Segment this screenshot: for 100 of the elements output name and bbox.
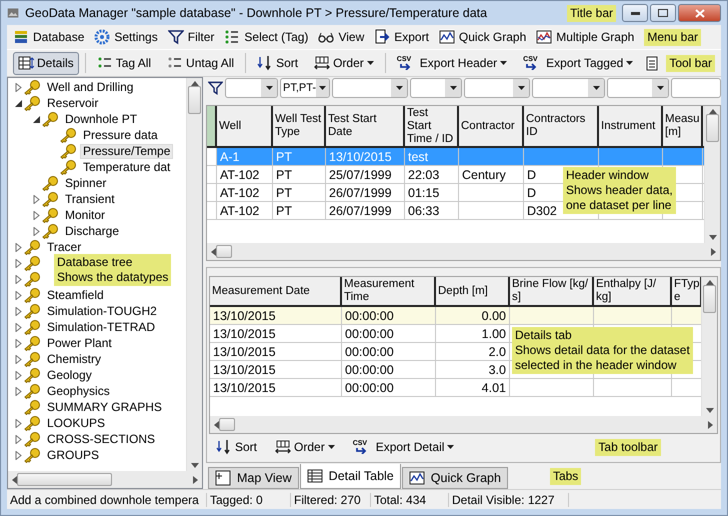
expand-arrow-icon[interactable] — [32, 226, 41, 236]
toolbar-button[interactable]: Sort — [211, 436, 262, 458]
close-button[interactable] — [678, 4, 721, 22]
expand-arrow-icon[interactable] — [32, 194, 41, 204]
menu-item[interactable]: Quick Graph — [438, 29, 526, 45]
column-header[interactable]: Instrument — [599, 106, 663, 146]
table-row[interactable]: 13/10/2015 00:00:00 0.00 — [210, 307, 701, 325]
scroll-thumb[interactable] — [219, 418, 235, 431]
column-header[interactable]: Well — [217, 106, 273, 146]
column-header[interactable]: Test Start Time / ID — [405, 106, 459, 146]
expand-arrow-icon[interactable] — [14, 386, 23, 396]
expand-arrow-icon[interactable] — [14, 274, 23, 284]
tree-item[interactable]: Discharge — [62, 224, 122, 238]
column-header[interactable]: Measurement Time — [342, 277, 436, 305]
scroll-down-arrow-icon[interactable] — [190, 463, 198, 468]
tab[interactable]: Map View — [208, 467, 299, 489]
horizontal-scrollbar[interactable] — [207, 243, 720, 260]
expand-arrow-icon[interactable] — [14, 418, 23, 428]
expand-arrow-icon[interactable] — [14, 434, 23, 444]
menu-item[interactable]: View — [318, 29, 364, 45]
menu-item[interactable]: Export — [374, 29, 429, 45]
tree-item[interactable]: Downhole PT — [62, 112, 140, 126]
expand-arrow-icon[interactable] — [14, 82, 23, 92]
horizontal-scrollbar[interactable] — [8, 471, 202, 488]
scroll-thumb[interactable] — [706, 114, 719, 142]
tree-item[interactable]: Pressure/Tempe — [80, 144, 174, 158]
vertical-scrollbar[interactable] — [701, 277, 717, 416]
menu-item[interactable]: Settings — [94, 29, 158, 45]
scroll-up-arrow-icon[interactable] — [190, 81, 198, 86]
scroll-left-arrow-icon[interactable] — [214, 420, 219, 428]
horizontal-scrollbar[interactable] — [210, 416, 717, 433]
expand-arrow-icon[interactable] — [14, 290, 23, 300]
filter-dropdown[interactable]: PT,PT- — [280, 78, 330, 98]
scroll-right-arrow-icon[interactable] — [193, 476, 198, 484]
maximize-button[interactable] — [650, 4, 676, 22]
scroll-up-arrow-icon[interactable] — [706, 280, 714, 285]
menu-item[interactable]: Select (Tag) — [224, 29, 308, 45]
tree-item[interactable]: Simulation-TETRAD — [44, 320, 158, 334]
expand-arrow-icon[interactable] — [14, 258, 23, 268]
expand-arrow-icon[interactable] — [14, 242, 23, 252]
filter-dropdown[interactable] — [607, 78, 669, 98]
vertical-scrollbar[interactable] — [186, 78, 202, 471]
tree-item[interactable]: Chemistry — [44, 352, 104, 366]
scroll-down-arrow-icon[interactable] — [706, 408, 714, 413]
scroll-up-arrow-icon[interactable] — [708, 109, 716, 114]
tree-item[interactable]: Geology — [44, 368, 95, 382]
scroll-left-arrow-icon[interactable] — [211, 248, 216, 256]
tree-item[interactable]: Tracer — [44, 240, 84, 254]
scroll-thumb[interactable] — [17, 473, 112, 486]
column-header[interactable]: Contractor — [459, 106, 524, 146]
toolbar-button[interactable]: Tag All — [92, 52, 156, 74]
column-header[interactable]: Well Test Type — [273, 106, 326, 146]
tree-item[interactable]: Temperature dat — [80, 160, 174, 174]
menu-item[interactable]: Database — [13, 29, 84, 45]
tree-item[interactable]: Pressure data — [80, 128, 161, 142]
tree-item[interactable]: LOOKUPS — [44, 416, 108, 430]
tree-item[interactable]: GROUPS — [44, 448, 102, 462]
menu-item[interactable]: Filter — [168, 29, 214, 45]
expand-arrow-icon[interactable] — [14, 450, 23, 460]
expand-arrow-icon[interactable] — [14, 338, 23, 348]
filter-dropdown[interactable] — [464, 78, 530, 98]
filter-dropdown[interactable] — [332, 78, 408, 98]
filter-field[interactable] — [671, 78, 721, 98]
scroll-down-arrow-icon[interactable] — [708, 235, 716, 240]
filter-dropdown[interactable] — [532, 78, 605, 98]
scroll-thumb[interactable] — [216, 245, 232, 258]
details-toggle-button[interactable]: Details — [13, 52, 79, 74]
scroll-thumb[interactable] — [703, 285, 716, 313]
row-header-cell[interactable] — [207, 106, 217, 146]
column-header[interactable]: Measurement Date — [210, 277, 342, 305]
tree-item[interactable]: CROSS-SECTIONS — [44, 432, 158, 446]
table-row[interactable]: 13/10/2015 00:00:00 4.01 — [210, 379, 701, 397]
expand-arrow-icon[interactable] — [14, 306, 23, 316]
expand-arrow-icon[interactable] — [14, 370, 23, 380]
tree-item[interactable]: Geophysics — [44, 384, 113, 398]
toolbar-button[interactable]: Sort — [252, 52, 304, 74]
menu-item[interactable]: Multiple Graph — [536, 29, 634, 45]
tree-item[interactable]: Transient — [62, 192, 118, 206]
toolbar-button[interactable]: Untag All — [162, 52, 240, 74]
tab[interactable]: Quick Graph — [402, 467, 508, 489]
column-header[interactable]: Contractors ID — [524, 106, 599, 146]
tree-item[interactable]: SUMMARY GRAPHS — [44, 400, 165, 414]
expand-arrow-icon[interactable] — [14, 322, 23, 332]
filter-dropdown[interactable] — [225, 78, 278, 98]
dropdown-button[interactable]: Order — [309, 52, 379, 74]
vertical-scrollbar[interactable] — [704, 106, 720, 243]
dropdown-button[interactable]: Order — [270, 436, 340, 458]
column-header[interactable]: Enthalpy [J/ kg] — [594, 277, 672, 305]
collapse-arrow-icon[interactable] — [14, 98, 23, 108]
tree-item[interactable]: Reservoir — [44, 96, 102, 110]
collapse-arrow-icon[interactable] — [32, 114, 41, 124]
tree-item[interactable]: Monitor — [62, 208, 108, 222]
scroll-thumb[interactable] — [188, 86, 201, 114]
expand-arrow-icon[interactable] — [14, 354, 23, 364]
scroll-right-arrow-icon[interactable] — [711, 248, 716, 256]
tree-item[interactable]: Spinner — [62, 176, 110, 190]
tree-item[interactable]: Well and Drilling — [44, 80, 136, 94]
expand-arrow-icon[interactable] — [32, 210, 41, 220]
filter-dropdown[interactable] — [410, 78, 462, 98]
tree-item[interactable]: Power Plant — [44, 336, 115, 350]
